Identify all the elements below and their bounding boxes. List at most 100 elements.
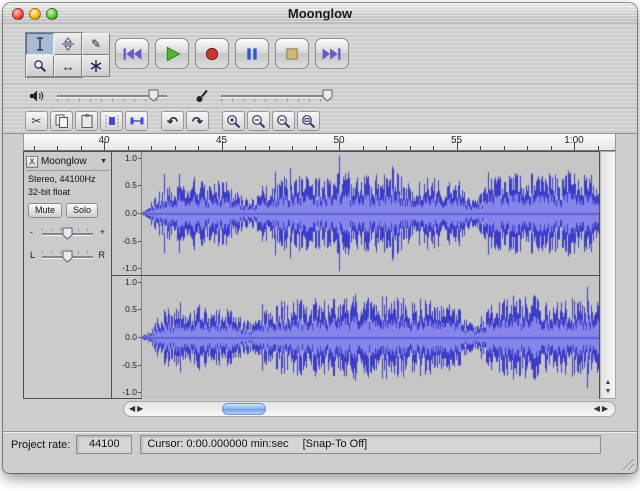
undo-button[interactable]: ↶ [161, 111, 184, 131]
transport-controls [115, 38, 349, 69]
track-area: X Moonglow ▼ Stereo, 44100Hz 32-bit floa… [23, 151, 616, 399]
scroll-up-icon[interactable]: ▲ [605, 379, 612, 386]
cursor-status-field: Cursor: 0:00.000000 min:sec [Snap-To Off… [140, 435, 601, 454]
play-button[interactable] [155, 38, 189, 69]
track-menu-arrow-icon[interactable]: ▼ [100, 158, 109, 165]
resize-grip[interactable] [621, 457, 634, 470]
output-volume-thumb[interactable] [148, 89, 159, 102]
cut-button[interactable]: ✂ [25, 111, 48, 131]
project-rate-field[interactable]: 44100 [76, 435, 132, 454]
zoom-tool-button[interactable] [26, 55, 54, 77]
left-channel: 1.0 0.5 0.0 -0.5 -1.0 [112, 152, 599, 276]
gain-min-label: - [30, 227, 33, 237]
paste-button[interactable] [75, 111, 98, 131]
timeshift-tool-button[interactable]: ↔ [54, 55, 82, 77]
silence-icon [128, 113, 146, 129]
tool-palette: ✎ ↔ [25, 32, 83, 78]
close-track-button[interactable]: X [26, 156, 38, 168]
input-volume-thumb[interactable] [322, 89, 333, 102]
redo-button[interactable]: ↷ [186, 111, 209, 131]
ruler-tick [551, 146, 552, 150]
horizontal-scrollbar[interactable]: ◀▶ ◀▶ [123, 401, 616, 417]
record-button[interactable] [195, 38, 229, 69]
gain-slider[interactable]: - + [30, 226, 105, 241]
pan-slider[interactable]: L R [30, 249, 105, 264]
scale-label: 0.0 [125, 208, 137, 218]
paste-icon [78, 113, 96, 129]
input-volume-slider[interactable] [217, 88, 335, 104]
copy-button[interactable] [50, 111, 73, 131]
microphone-icon [195, 88, 209, 104]
zoom-in-button[interactable] [222, 111, 245, 131]
record-icon [196, 39, 228, 69]
ibeam-icon [34, 37, 46, 51]
ruler-label: 55 [451, 135, 462, 146]
fit-selection-button[interactable] [272, 111, 295, 131]
ruler-tick [386, 146, 387, 150]
multi-tool-button[interactable] [82, 55, 110, 77]
skip-to-end-button[interactable] [315, 38, 349, 69]
hscroll-right-arrows[interactable]: ◀▶ [594, 404, 610, 413]
snap-to-text: [Snap-To Off] [303, 436, 368, 453]
control-toolbar: ✎ ↔ [3, 25, 637, 83]
ruler-tick [128, 146, 129, 150]
track-name[interactable]: Moonglow [38, 156, 100, 167]
draw-tool-button[interactable]: ✎ [82, 33, 110, 55]
scale-label: 0.5 [125, 304, 137, 314]
pause-button[interactable] [235, 38, 269, 69]
ruler-tick [151, 146, 152, 150]
titlebar[interactable]: Moonglow [3, 3, 637, 26]
stereo-channels: 1.0 0.5 0.0 -0.5 -1.0 1.0 0.5 0.0 -0.5 [112, 152, 599, 398]
zoom-out-icon [250, 113, 268, 129]
ruler-tick [245, 146, 246, 150]
gain-thumb[interactable] [62, 227, 73, 240]
speaker-icon [29, 89, 45, 103]
input-volume-groove [221, 95, 331, 97]
timeline-ruler[interactable]: 404550551:00 [23, 133, 616, 151]
stop-button[interactable] [275, 38, 309, 69]
track-format-line: Stereo, 44100Hz [28, 174, 111, 184]
silence-button[interactable] [125, 111, 148, 131]
hscroll-thumb[interactable] [222, 403, 266, 415]
solo-button[interactable]: Solo [66, 203, 98, 218]
scale-label: -0.5 [122, 236, 137, 246]
zoom-out-button[interactable] [247, 111, 270, 131]
audacity-window: Moonglow ✎ [3, 3, 637, 473]
pencil-icon: ✎ [91, 38, 101, 50]
right-channel-scale[interactable]: 1.0 0.5 0.0 -0.5 -1.0 [112, 276, 142, 399]
envelope-tool-button[interactable] [54, 33, 82, 55]
toolbar-area: ✎ ↔ [3, 25, 637, 134]
ruler-tick [316, 146, 317, 150]
pan-thumb[interactable] [62, 250, 73, 263]
track-bitdepth-line: 32-bit float [28, 187, 111, 197]
vertical-scrollbar[interactable]: ▲ ▼ [600, 151, 616, 399]
scissors-icon: ✂ [31, 115, 41, 127]
trim-button[interactable] [100, 111, 123, 131]
fit-selection-icon [275, 113, 293, 129]
right-channel-waveform[interactable] [142, 276, 599, 399]
ruler-tick [480, 146, 481, 150]
skip-to-start-icon [116, 39, 148, 69]
ruler-tick [598, 146, 599, 150]
scale-label: -1.0 [122, 263, 137, 273]
ruler-tick [175, 146, 176, 150]
fit-project-button[interactable] [297, 111, 320, 131]
gain-max-label: + [100, 227, 105, 237]
vertical-scroll-arrows[interactable]: ▲ ▼ [601, 379, 615, 396]
input-volume-ticks [221, 99, 331, 102]
scroll-left-icon: ◀ [129, 404, 137, 413]
left-channel-waveform[interactable] [142, 152, 599, 275]
left-channel-scale[interactable]: 1.0 0.5 0.0 -0.5 -1.0 [112, 152, 142, 275]
zoom-in-icon [225, 113, 243, 129]
mute-button[interactable]: Mute [28, 203, 62, 218]
ruler-tick [292, 146, 293, 150]
skip-to-start-button[interactable] [115, 38, 149, 69]
selection-tool-button[interactable] [26, 33, 54, 55]
scroll-down-icon[interactable]: ▼ [605, 388, 612, 395]
fit-project-icon [300, 113, 318, 129]
ruler-tick [433, 146, 434, 150]
output-volume-slider[interactable] [53, 88, 171, 104]
scroll-right-icon: ▶ [137, 404, 145, 413]
hscroll-left-arrows[interactable]: ◀▶ [129, 404, 145, 413]
track-header: X Moonglow ▼ [26, 154, 109, 171]
